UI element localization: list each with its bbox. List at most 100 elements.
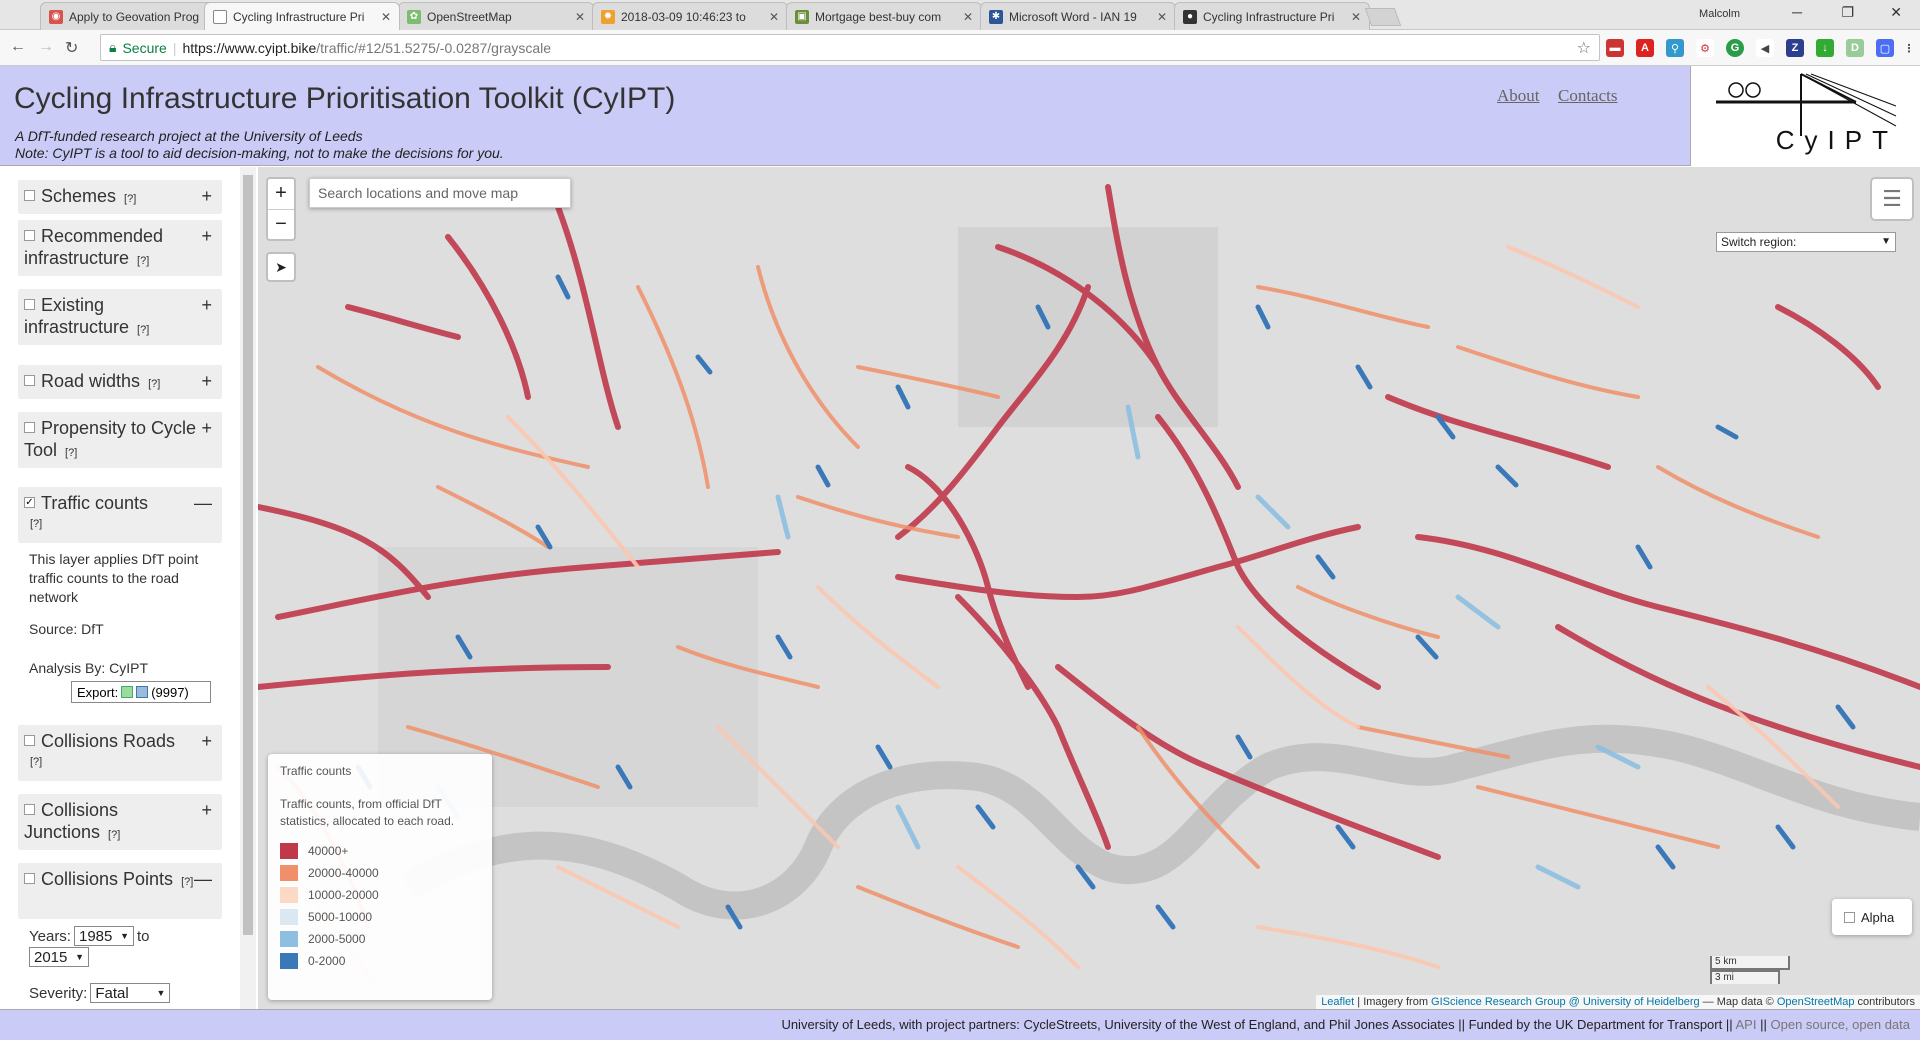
layer-checkbox-checked[interactable]: ✓ — [24, 497, 35, 509]
zoom-in-button[interactable]: + — [268, 179, 294, 209]
layer-recommended-infrastructure[interactable]: Recommended infrastructure [?] + — [18, 220, 222, 276]
tab-close-icon[interactable]: ✕ — [963, 10, 973, 24]
severity-select[interactable]: Fatal ▼ — [90, 983, 171, 1003]
maximize-icon[interactable]: ❐ — [1841, 4, 1854, 21]
help-link[interactable]: [?] — [148, 378, 160, 390]
locate-icon[interactable]: ➤ — [266, 252, 296, 282]
browser-tab[interactable]: ✱ Microsoft Word - IAN 19 ✕ — [980, 2, 1176, 30]
switch-region-select[interactable]: Switch region: ▼ — [1716, 232, 1896, 252]
download-icon[interactable]: ↓ — [1816, 39, 1834, 57]
alpha-checkbox[interactable] — [1844, 911, 1855, 923]
page-subtitle: A DfT-funded research project at the Uni… — [15, 128, 504, 161]
map-view[interactable]: + − ➤ Search locations and move map ☰ Sw… — [258, 167, 1920, 1009]
layers-icon[interactable]: ☰ — [1870, 177, 1914, 221]
adblock-icon[interactable]: A — [1636, 39, 1654, 57]
layer-checkbox[interactable] — [24, 230, 35, 242]
help-link[interactable]: [?] — [124, 193, 136, 205]
layer-collisions-roads[interactable]: Collisions Roads [?] + — [18, 725, 222, 781]
layer-collisions-points[interactable]: Collisions Points [?] — — [18, 863, 222, 919]
giscience-link[interactable]: GIScience Research Group @ University of… — [1431, 996, 1700, 1008]
collapse-icon[interactable]: — — [194, 493, 212, 514]
window-close-icon[interactable]: ✕ — [1890, 4, 1902, 21]
open-source-link[interactable]: Open source, open data — [1771, 1017, 1911, 1032]
extension-icon[interactable]: ▬ — [1606, 39, 1624, 57]
expand-icon[interactable]: + — [201, 418, 212, 439]
layer-traffic-counts[interactable]: ✓ Traffic counts [?] — — [18, 487, 222, 543]
browser-tab[interactable]: ✹ 2018-03-09 10:46:23 to ✕ — [592, 2, 788, 30]
alpha-toggle[interactable]: Alpha — [1832, 899, 1912, 935]
expand-icon[interactable]: + — [201, 371, 212, 392]
year-to-select[interactable]: 2015 ▼ — [29, 947, 89, 967]
browser-tab[interactable]: ● Cycling Infrastructure Pri ✕ — [1174, 2, 1370, 30]
minimize-icon[interactable]: ─ — [1792, 4, 1802, 20]
traffic-map[interactable] — [258, 167, 1920, 1009]
extension-icon[interactable]: ⚲ — [1666, 39, 1684, 57]
about-link[interactable]: About — [1497, 86, 1540, 106]
logo[interactable]: CyIPT — [1690, 66, 1920, 166]
layer-checkbox[interactable] — [24, 873, 35, 885]
page-title: Cycling Infrastructure Prioritisation To… — [14, 82, 676, 115]
extension-icon[interactable]: ◀ — [1756, 39, 1774, 57]
help-link[interactable]: [?] — [181, 876, 193, 888]
grammarly-icon[interactable]: G — [1726, 39, 1744, 57]
expand-icon[interactable]: + — [201, 295, 212, 316]
layer-checkbox[interactable] — [24, 804, 35, 816]
help-link[interactable]: [?] — [30, 518, 42, 530]
osm-link[interactable]: OpenStreetMap — [1777, 996, 1855, 1008]
forward-icon[interactable]: → — [38, 38, 54, 56]
layer-road-widths[interactable]: Road widths [?] + — [18, 365, 222, 399]
expand-icon[interactable]: + — [201, 731, 212, 752]
tab-close-icon[interactable]: ✕ — [1157, 10, 1167, 24]
site-footer: University of Leeds, with project partne… — [0, 1009, 1920, 1040]
geojson-export-icon[interactable] — [136, 686, 149, 698]
menu-kebab-icon[interactable]: ⋮ — [1900, 39, 1918, 57]
browser-user-name[interactable]: Malcolm — [1699, 8, 1740, 20]
expand-icon[interactable]: + — [201, 226, 212, 247]
tab-close-icon[interactable]: ✕ — [575, 10, 585, 24]
layer-propensity-to-cycle[interactable]: Propensity to Cycle Tool [?] + — [18, 412, 222, 468]
api-link[interactable]: API — [1736, 1017, 1757, 1032]
tab-close-icon[interactable]: ✕ — [769, 10, 779, 24]
years-to-row: 2015 ▼ — [29, 947, 89, 967]
map-search-input[interactable]: Search locations and move map — [309, 178, 571, 208]
layer-checkbox[interactable] — [24, 375, 35, 387]
layer-collisions-junctions[interactable]: Collisions Junctions [?] + — [18, 794, 222, 850]
back-icon[interactable]: ← — [10, 38, 26, 56]
year-from-select[interactable]: 1985 ▼ — [73, 926, 134, 946]
layer-checkbox[interactable] — [24, 190, 35, 202]
extension-icon[interactable]: ▢ — [1876, 39, 1894, 57]
reload-icon[interactable]: ↻ — [65, 38, 78, 58]
help-link[interactable]: [?] — [65, 447, 77, 459]
leaflet-link[interactable]: Leaflet — [1321, 996, 1354, 1008]
contacts-link[interactable]: Contacts — [1558, 86, 1618, 106]
layer-schemes[interactable]: Schemes [?] + — [18, 180, 222, 214]
layer-checkbox[interactable] — [24, 299, 35, 311]
bookmark-star-icon[interactable]: ☆ — [1577, 38, 1591, 58]
sidebar-scrollbar[interactable] — [240, 167, 256, 1009]
tab-close-icon[interactable]: ✕ — [381, 10, 391, 24]
layer-checkbox[interactable] — [24, 422, 35, 434]
scrollbar-thumb[interactable] — [243, 175, 253, 935]
help-link[interactable]: [?] — [30, 756, 42, 768]
expand-icon[interactable]: + — [201, 800, 212, 821]
extension-icon[interactable]: D — [1846, 39, 1864, 57]
layer-existing-infrastructure[interactable]: Existing infrastructure [?] + — [18, 289, 222, 345]
collapse-icon[interactable]: — — [194, 869, 212, 890]
extension-icon[interactable]: Z — [1786, 39, 1804, 57]
address-bar[interactable]: 🔒︎ Secure | https://www.cyipt.bike/traff… — [100, 34, 1600, 61]
zoom-out-button[interactable]: − — [268, 209, 294, 239]
expand-icon[interactable]: + — [201, 186, 212, 207]
help-link[interactable]: [?] — [137, 255, 149, 267]
browser-tab[interactable]: ▣ Mortgage best-buy com ✕ — [786, 2, 982, 30]
help-link[interactable]: [?] — [137, 324, 149, 336]
browser-tabstrip: ◉ Apply to Geovation Prog ✕ Cycling Infr… — [0, 0, 1920, 30]
new-tab-button[interactable] — [1364, 8, 1402, 26]
browser-tab[interactable]: ✿ OpenStreetMap ✕ — [398, 2, 594, 30]
help-link[interactable]: [?] — [108, 829, 120, 841]
tab-favicon-icon: ✹ — [601, 9, 615, 24]
extension-icon[interactable]: ⚙ — [1696, 39, 1714, 57]
browser-tab-active[interactable]: Cycling Infrastructure Pri ✕ — [204, 2, 400, 30]
layer-checkbox[interactable] — [24, 735, 35, 747]
tab-close-icon[interactable]: ✕ — [1351, 10, 1361, 24]
csv-export-icon[interactable] — [121, 686, 134, 698]
